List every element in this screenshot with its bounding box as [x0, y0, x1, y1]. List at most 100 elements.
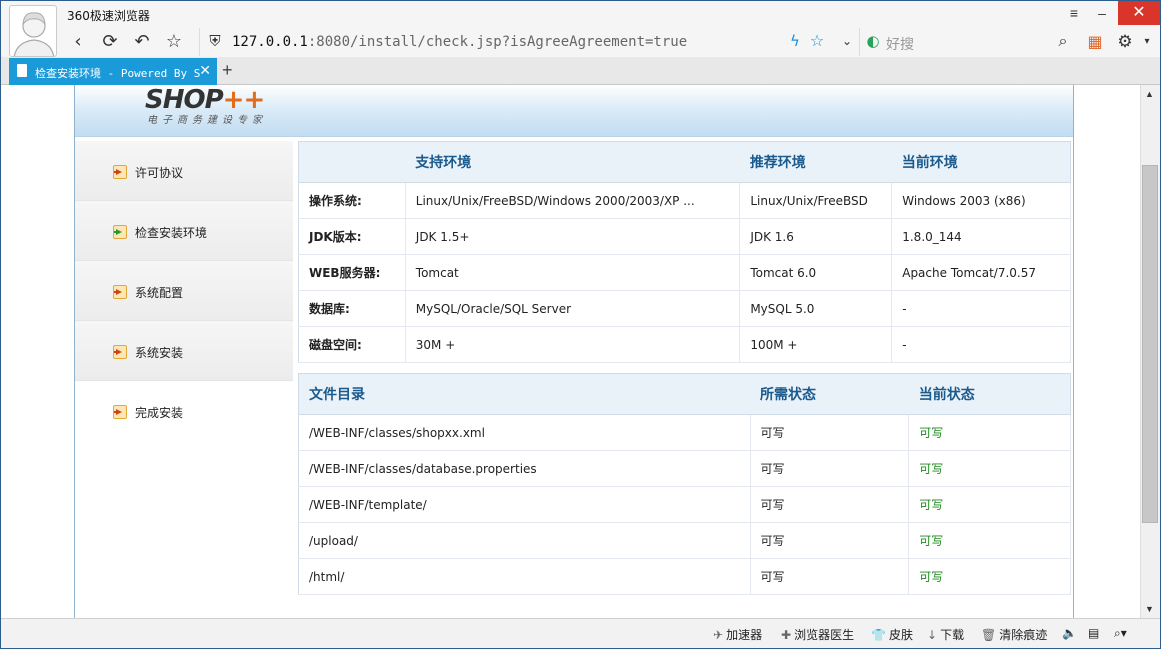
table-row: WEB服务器: Tomcat Tomcat 6.0 Apache Tomcat/…: [298, 254, 1071, 291]
table-row: 操作系统: Linux/Unix/FreeBSD/Windows 2000/20…: [298, 182, 1071, 219]
shield-icon: ⛨: [209, 32, 221, 50]
download-label: 下载: [940, 628, 965, 642]
search-icon[interactable]: ⌕: [1050, 28, 1076, 54]
current-status: 可写: [908, 486, 1071, 523]
table-cell: MySQL 5.0: [739, 290, 893, 327]
column-header: 支持环境: [405, 141, 740, 183]
table-row: /WEB-INF/template/ 可写 可写: [298, 486, 1071, 523]
environment-table: 支持环境 推荐环境 当前环境 操作系统: Linux/Unix/FreeBSD/…: [298, 141, 1071, 363]
step-system-install[interactable]: 系统安装: [75, 321, 293, 381]
browser-doctor-button[interactable]: ✚ 浏览器医生: [781, 626, 854, 643]
scrollbar-thumb[interactable]: [1142, 165, 1158, 523]
required-status: 可写: [750, 450, 910, 487]
favorite-star-icon[interactable]: ☆: [161, 29, 187, 55]
back-icon[interactable]: ‹: [65, 29, 91, 55]
title-bar: 360极速浏览器 ≡ – ▢ ✕: [1, 1, 1160, 57]
file-path: /WEB-INF/template/: [298, 486, 751, 523]
step-check-environment[interactable]: 检查安装环境: [75, 201, 293, 261]
url-path: :8080/install/check.jsp?isAgreeAgreement…: [307, 34, 688, 50]
table-cell: -: [891, 326, 1071, 363]
skin-button[interactable]: 👕 皮肤: [871, 626, 913, 643]
search-engine-icon[interactable]: ◐: [860, 28, 886, 54]
medkit-icon: ✚: [781, 628, 792, 642]
url-host: 127.0.0.1: [232, 34, 308, 50]
settings-dropdown-icon[interactable]: ▾: [1134, 29, 1160, 55]
table-row: /WEB-INF/classes/database.properties 可写 …: [298, 450, 1071, 487]
table-cell: Tomcat: [405, 254, 741, 291]
status-bar: ✈ 加速器 ✚ 浏览器医生 👕 皮肤 ↓ 下载 🗑 清除痕迹 🔈 ▤ ⌕▾: [1, 618, 1160, 648]
screenshot-icon[interactable]: ▤: [1088, 626, 1099, 640]
current-status: 可写: [908, 414, 1071, 451]
apps-grid-icon[interactable]: ▦: [1082, 29, 1108, 55]
page-viewport: SHOP++ 电子商务建设专家 许可协议 检查安装环境 系统配置 系统安装 完成…: [1, 85, 1140, 618]
accelerator-icon: ✈: [713, 628, 724, 642]
step-complete[interactable]: 完成安装: [75, 381, 293, 441]
install-steps-sidebar: 许可协议 检查安装环境 系统配置 系统安装 完成安装: [75, 141, 293, 441]
accelerator-button[interactable]: ✈ 加速器: [713, 626, 762, 643]
tab-active[interactable]: 检查安装环境 - Powered By S ✕: [9, 58, 217, 85]
table-cell: Linux/Unix/FreeBSD/Windows 2000/2003/XP …: [405, 182, 741, 219]
table-cell: Tomcat 6.0: [739, 254, 893, 291]
column-header: 推荐环境: [739, 141, 892, 183]
scroll-up-icon[interactable]: ▲: [1145, 89, 1154, 99]
arrow-icon: [113, 225, 127, 239]
table-row: 数据库: MySQL/Oracle/SQL Server MySQL 5.0 -: [298, 290, 1071, 327]
volume-icon[interactable]: 🔈: [1062, 626, 1077, 640]
file-path: /WEB-INF/classes/database.properties: [298, 450, 751, 487]
browser-window: 360极速浏览器 ≡ – ▢ ✕ ‹ ⟳ ↶ ☆ ⛨ 127.0.0.1:808…: [0, 0, 1161, 649]
arrow-icon: [113, 405, 127, 419]
url-text[interactable]: 127.0.0.1:8080/install/check.jsp?isAgree…: [232, 34, 687, 50]
skin-label: 皮肤: [888, 628, 913, 642]
column-header: 当前状态: [908, 373, 1071, 415]
tab-title: 检查安装环境 - Powered By S: [35, 67, 201, 80]
table-cell: 30M +: [405, 326, 741, 363]
bookmark-star-icon[interactable]: ☆: [804, 28, 830, 54]
required-status: 可写: [750, 558, 910, 595]
table-cell: MySQL/Oracle/SQL Server: [405, 290, 741, 327]
address-bar[interactable]: ⛨ 127.0.0.1:8080/install/check.jsp?isAgr…: [199, 28, 859, 56]
step-label: 系统安装: [135, 346, 184, 360]
step-label: 检查安装环境: [135, 226, 208, 240]
clear-traces-button[interactable]: 🗑 清除痕迹: [981, 626, 1047, 643]
table-row: 磁盘空间: 30M + 100M + -: [298, 326, 1071, 363]
undo-icon[interactable]: ↶: [129, 29, 155, 55]
step-system-config[interactable]: 系统配置: [75, 261, 293, 321]
chevron-down-icon[interactable]: ⌄: [834, 28, 860, 54]
current-status: 可写: [908, 522, 1071, 559]
arrow-icon: [113, 345, 127, 359]
table-header-row: 文件目录 所需状态 当前状态: [298, 373, 1071, 415]
table-cell: Linux/Unix/FreeBSD: [739, 182, 893, 219]
file-permissions-table: 文件目录 所需状态 当前状态 /WEB-INF/classes/shopxx.x…: [298, 373, 1071, 595]
step-label: 系统配置: [135, 286, 184, 300]
step-label: 许可协议: [135, 166, 184, 180]
user-avatar[interactable]: [9, 5, 57, 57]
vertical-scrollbar[interactable]: ▲ ▼: [1140, 85, 1160, 618]
step-license[interactable]: 许可协议: [75, 141, 293, 201]
page-header: SHOP++ 电子商务建设专家: [75, 85, 1073, 137]
table-cell: 1.8.0_144: [891, 218, 1071, 255]
column-header: 当前环境: [891, 141, 1071, 183]
arrow-icon: [113, 285, 127, 299]
clear-label: 清除痕迹: [999, 628, 1048, 642]
reload-icon[interactable]: ⟳: [97, 29, 123, 55]
file-path: /WEB-INF/classes/shopxx.xml: [298, 414, 751, 451]
current-status: 可写: [908, 558, 1071, 595]
table-cell: Windows 2003 (x86): [891, 182, 1071, 219]
new-tab-button[interactable]: +: [222, 60, 233, 81]
table-row: /html/ 可写 可写: [298, 558, 1071, 595]
required-status: 可写: [750, 522, 910, 559]
row-label: JDK版本:: [298, 218, 406, 255]
row-label: WEB服务器:: [298, 254, 406, 291]
zoom-icon[interactable]: ⌕▾: [1114, 626, 1127, 641]
menu-icon[interactable]: ≡: [1060, 1, 1088, 25]
table-row: /WEB-INF/classes/shopxx.xml 可写 可写: [298, 414, 1071, 451]
table-row: /upload/ 可写 可写: [298, 522, 1071, 559]
download-button[interactable]: ↓ 下载: [927, 626, 964, 643]
required-status: 可写: [750, 414, 910, 451]
table-header-row: 支持环境 推荐环境 当前环境: [298, 141, 1071, 183]
logo-subtitle: 电子商务建设专家: [147, 115, 267, 126]
scroll-down-icon[interactable]: ▼: [1145, 604, 1154, 614]
close-button[interactable]: ✕: [1118, 1, 1160, 25]
tab-close-icon[interactable]: ✕: [199, 62, 211, 79]
search-box[interactable]: ◐ 好搜 ⌕: [859, 28, 1079, 56]
